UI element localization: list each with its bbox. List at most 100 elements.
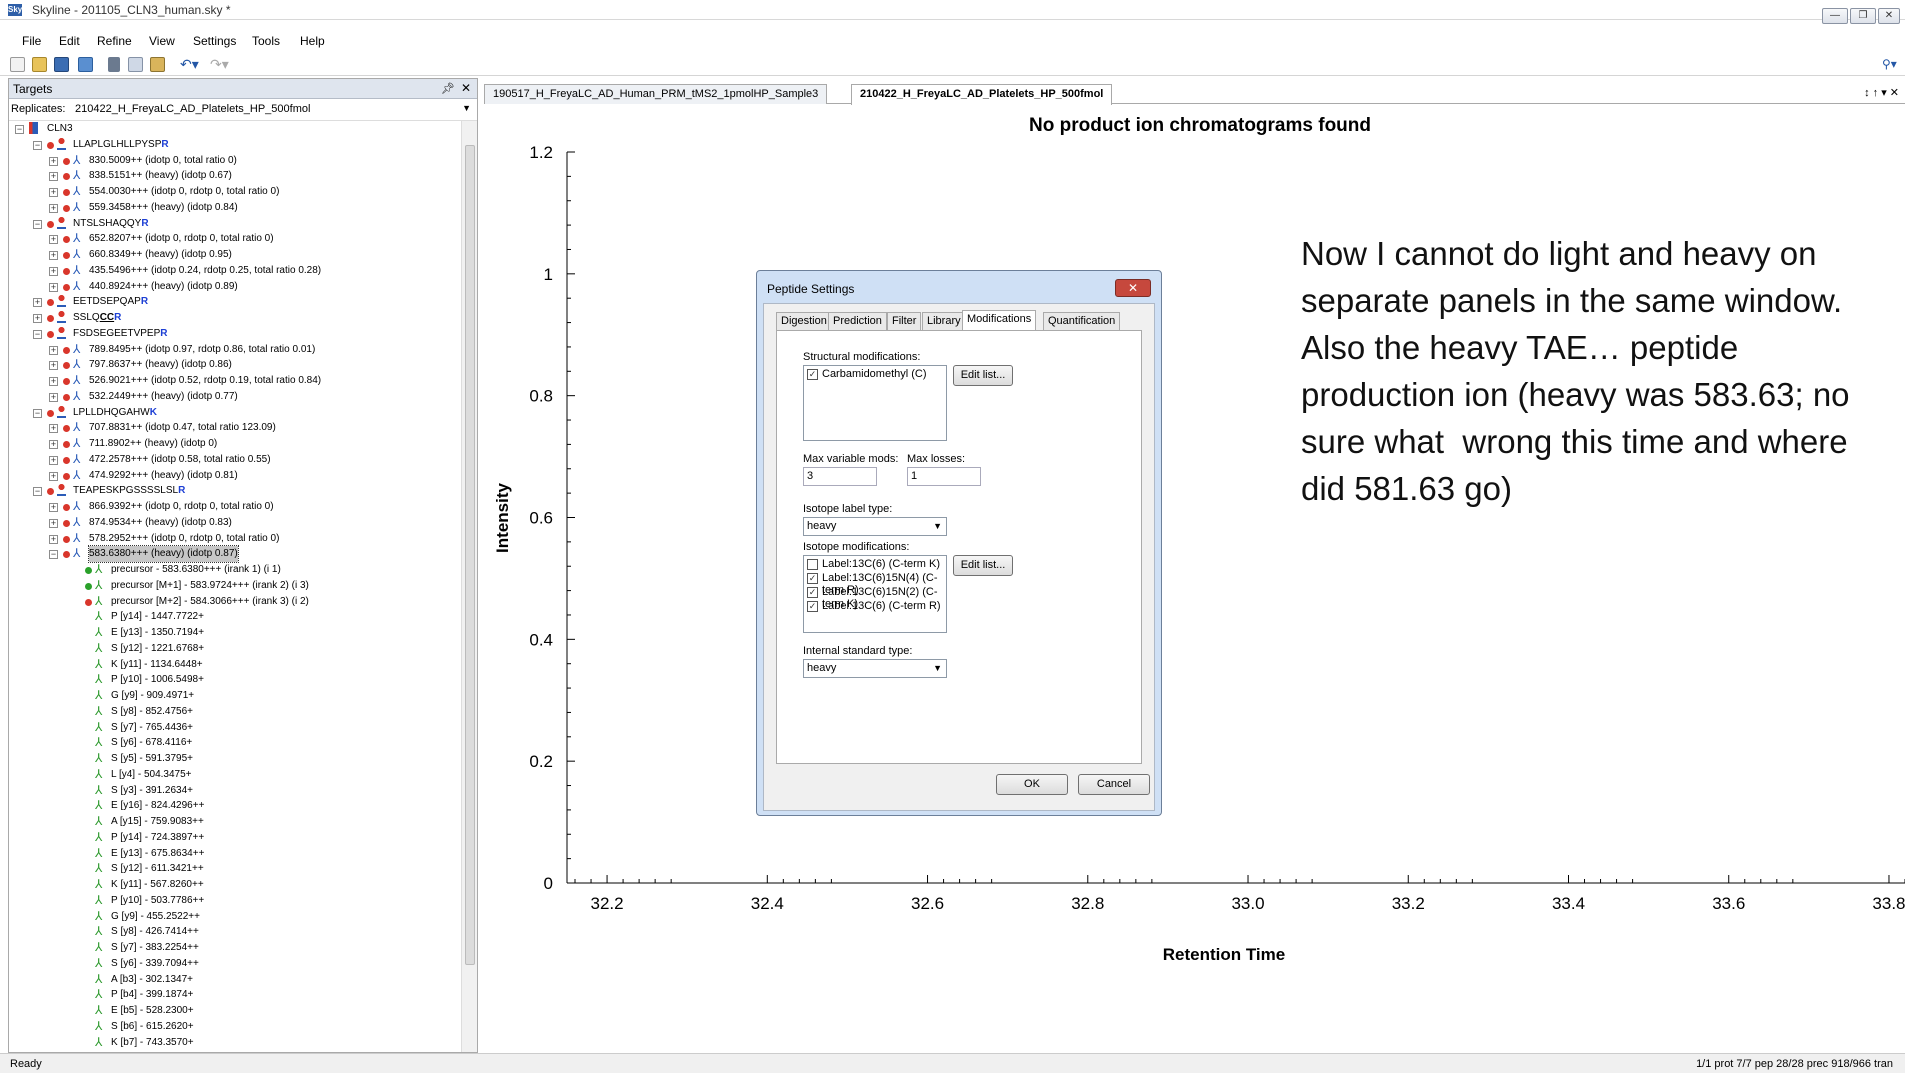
tab-filter[interactable]: Filter: [887, 312, 922, 330]
overflow-icon[interactable]: ⚲▾: [1882, 57, 1902, 72]
paste-icon[interactable]: [150, 57, 165, 72]
tab-controls[interactable]: ↕ ↑ ▾ ✕: [1864, 86, 1899, 99]
menu-file[interactable]: File: [22, 34, 41, 48]
tree-node-transition[interactable]: ⅄ A [y15] - 759.9083++: [9, 814, 449, 830]
tab-modifications[interactable]: Modifications: [962, 310, 1037, 331]
tree-node-transition[interactable]: ⅄ S [y8] - 852.4756+: [9, 704, 449, 720]
iso-mod-checkbox[interactable]: ✓: [807, 587, 818, 598]
tree-node-transition[interactable]: ⅄ E [y13] - 675.8634++: [9, 846, 449, 862]
menu-settings[interactable]: Settings: [193, 34, 236, 48]
tree-node-transition[interactable]: ⅄ S [y7] - 383.2254++: [9, 940, 449, 956]
expand-icon[interactable]: +: [49, 503, 58, 512]
tab-sample3[interactable]: 190517_H_FreyaLC_AD_Human_PRM_tMS2_1pmol…: [484, 84, 828, 104]
edit-structural-list-button[interactable]: Edit list...: [953, 365, 1013, 386]
expand-icon[interactable]: +: [49, 282, 58, 292]
collapse-icon[interactable]: −: [33, 487, 42, 497]
expand-icon[interactable]: +: [49, 471, 58, 481]
tree-node-transition[interactable]: ⅄ S [y6] - 678.4116+: [9, 735, 449, 751]
expand-icon[interactable]: +: [49, 345, 58, 355]
expand-icon[interactable]: +: [49, 235, 58, 245]
collapse-icon[interactable]: −: [15, 125, 24, 134]
tree-node-transition[interactable]: ⅄ S [y5] - 591.3795+: [9, 751, 449, 767]
tree-node-transition[interactable]: ⅄ L [y4] - 504.3475+: [9, 767, 449, 783]
tab-digestion[interactable]: Digestion: [776, 312, 832, 330]
expand-icon[interactable]: +: [49, 392, 58, 402]
menu-tools[interactable]: Tools: [252, 34, 280, 48]
tree-node-transition[interactable]: ⅄ P [y10] - 1006.5498+: [9, 672, 449, 688]
tree-node-peptide[interactable]: − LLAPLGLHLLPYSPR: [9, 137, 449, 153]
structural-mods-list[interactable]: ✓ Carbamidomethyl (C): [803, 365, 947, 441]
expand-icon[interactable]: +: [49, 440, 58, 449]
expand-icon[interactable]: +: [33, 314, 42, 323]
targets-scrollbar[interactable]: [461, 121, 477, 1052]
tree-node-transition[interactable]: ⅄ E [y13] - 1350.7194+: [9, 625, 449, 641]
pin-icon[interactable]: 📌︎: [441, 82, 455, 95]
collapse-icon[interactable]: −: [33, 329, 42, 339]
tree-node-transition[interactable]: ⅄ precursor [M+2] - 584.3066+++ (irank 3)…: [9, 594, 449, 610]
menu-view[interactable]: View: [149, 34, 175, 48]
expand-icon[interactable]: +: [49, 455, 58, 465]
tree-node-transition[interactable]: ⅄ S [b6] - 615.2620+: [9, 1019, 449, 1035]
tree-node-precursor[interactable]: + ⅄ 711.8902++ (heavy) (idotp 0): [9, 436, 449, 452]
expand-icon[interactable]: +: [49, 361, 58, 371]
tree-node-transition[interactable]: ⅄ P [y14] - 724.3897++: [9, 830, 449, 846]
collapse-icon[interactable]: −: [33, 219, 42, 229]
internal-standard-select[interactable]: heavy ▼: [803, 659, 947, 678]
isotope-label-type-select[interactable]: heavy ▼: [803, 517, 947, 536]
menu-help[interactable]: Help: [300, 34, 325, 48]
tree-node-precursor[interactable]: + ⅄ 797.8637++ (heavy) (idotp 0.86): [9, 357, 449, 373]
expand-icon[interactable]: +: [33, 298, 42, 308]
replicates-selector[interactable]: Replicates: 210422_H_FreyaLC_AD_Platelet…: [9, 99, 477, 121]
tree-node-transition[interactable]: ⅄ E [b5] - 528.2300+: [9, 1003, 449, 1019]
expand-icon[interactable]: +: [49, 266, 58, 276]
cut-icon[interactable]: [108, 57, 120, 72]
expand-icon[interactable]: +: [49, 156, 58, 166]
tree-node-peptide[interactable]: − FSDSEGEETVPEPR: [9, 326, 449, 342]
expand-icon[interactable]: +: [49, 251, 58, 260]
tree-node-precursor[interactable]: + ⅄ 472.2578+++ (idotp 0.58, total ratio 0…: [9, 452, 449, 468]
tree-node-peptide[interactable]: + SSLQCCR: [9, 310, 449, 326]
tree-node-transition[interactable]: ⅄ S [y8] - 426.7414++: [9, 924, 449, 940]
tree-node-transition[interactable]: ⅄ S [y3] - 391.2634+: [9, 783, 449, 799]
tree-node-precursor[interactable]: + ⅄ 866.9392++ (idotp 0, rdotp 0, total ra…: [9, 499, 449, 515]
menu-edit[interactable]: Edit: [59, 34, 80, 48]
new-file-icon[interactable]: [10, 57, 25, 72]
tree-node-precursor[interactable]: + ⅄ 559.3458+++ (heavy) (idotp 0.84): [9, 200, 449, 216]
undo-icon[interactable]: ↶▾: [180, 57, 200, 72]
tree-node-precursor[interactable]: + ⅄ 526.9021+++ (idotp 0.52, rdotp 0.19, t…: [9, 373, 449, 389]
tree-node-transition[interactable]: ⅄ S [y12] - 1221.6768+: [9, 641, 449, 657]
tree-node-transition[interactable]: ⅄ P [b4] - 399.1874+: [9, 987, 449, 1003]
collapse-icon[interactable]: −: [49, 550, 58, 560]
tree-node-transition[interactable]: ⅄ E [y16] - 824.4296++: [9, 798, 449, 814]
expand-icon[interactable]: +: [49, 188, 58, 197]
max-losses-field[interactable]: 1: [907, 467, 981, 486]
max-variable-mods-field[interactable]: 3: [803, 467, 877, 486]
dialog-close-button[interactable]: ✕: [1115, 279, 1151, 297]
expand-icon[interactable]: +: [49, 534, 58, 544]
tree-node-protein[interactable]: − CLN3: [9, 121, 449, 137]
tree-node-precursor[interactable]: + ⅄ 660.8349++ (heavy) (idotp 0.95): [9, 247, 449, 263]
expand-icon[interactable]: +: [49, 377, 58, 386]
edit-isotope-list-button[interactable]: Edit list...: [953, 555, 1013, 576]
tab-prediction[interactable]: Prediction: [828, 312, 887, 330]
tree-node-transition[interactable]: ⅄ G [y9] - 455.2522++: [9, 909, 449, 925]
tree-node-precursor[interactable]: + ⅄ 532.2449+++ (heavy) (idotp 0.77): [9, 389, 449, 405]
tree-node-precursor[interactable]: + ⅄ 789.8495++ (idotp 0.97, rdotp 0.86, to…: [9, 342, 449, 358]
tab-library[interactable]: Library: [922, 312, 966, 330]
tree-node-precursor[interactable]: + ⅄ 830.5009++ (idotp 0, total ratio 0): [9, 153, 449, 169]
save-icon[interactable]: [54, 57, 69, 72]
collapse-icon[interactable]: −: [33, 140, 42, 150]
tree-node-precursor[interactable]: + ⅄ 652.8207++ (idotp 0, rdotp 0, total ra…: [9, 231, 449, 247]
tree-node-transition[interactable]: ⅄ S [y7] - 765.4436+: [9, 720, 449, 736]
tree-node-precursor[interactable]: + ⅄ 707.8831++ (idotp 0.47, total ratio 12…: [9, 420, 449, 436]
isotope-mods-list[interactable]: Label:13C(6) (C-term K) ✓ Label:13C(6)15…: [803, 555, 947, 633]
tree-node-transition[interactable]: ⅄ K [y11] - 1134.6448+: [9, 657, 449, 673]
close-panel-icon[interactable]: ✕: [461, 81, 471, 95]
ok-button[interactable]: OK: [996, 774, 1068, 795]
iso-mod-checkbox[interactable]: ✓: [807, 573, 818, 584]
tree-node-transition[interactable]: ⅄ G [y9] - 909.4971+: [9, 688, 449, 704]
tree-node-precursor[interactable]: + ⅄ 838.5151++ (heavy) (idotp 0.67): [9, 168, 449, 184]
tree-node-peptide[interactable]: − LPLLDHQGAHWK: [9, 405, 449, 421]
tree-node-peptide[interactable]: − NTSLSHAQQYR: [9, 216, 449, 232]
tree-node-transition[interactable]: ⅄ precursor - 583.6380+++ (irank 1) (i 1): [9, 562, 449, 578]
